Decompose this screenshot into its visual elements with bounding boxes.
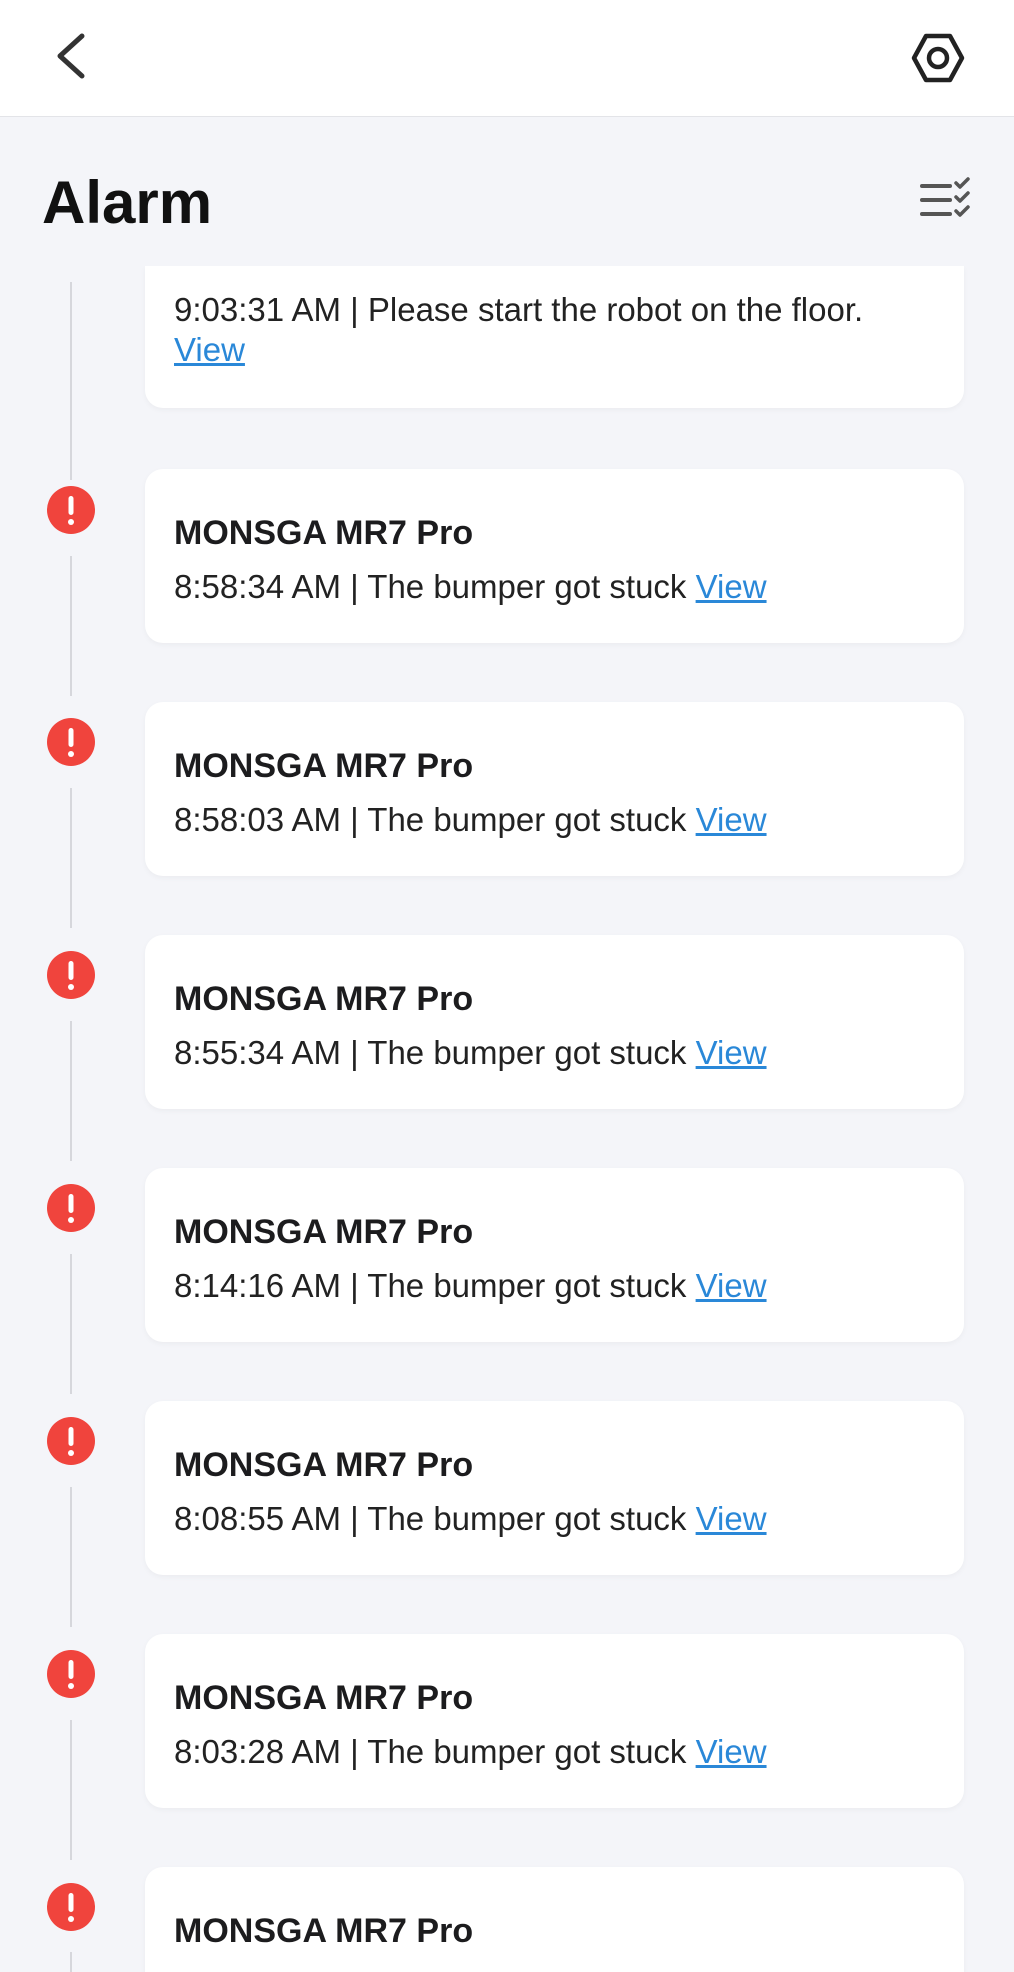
alarm-time: 8:58:03 AM <box>174 801 341 838</box>
alarm-message: The bumper got stuck <box>367 1500 687 1537</box>
alarm-card[interactable]: MONSGA MR7 Pro 8:58:03 AM | The bumper g… <box>145 702 964 876</box>
filter-button[interactable] <box>918 176 974 224</box>
gear-icon <box>911 33 965 83</box>
view-link[interactable]: View <box>696 1500 767 1537</box>
alarm-message: The bumper got stuck <box>367 1034 687 1071</box>
view-link[interactable]: View <box>696 1733 767 1770</box>
alert-icon <box>47 718 95 766</box>
view-link[interactable]: View <box>696 1267 767 1304</box>
alarm-device-name: MONSGA MR7 Pro <box>174 980 474 1018</box>
alarm-time: 9:03:31 AM <box>174 291 341 328</box>
alarm-separator: | <box>350 568 359 605</box>
alarm-message: The bumper got stuck <box>367 568 687 605</box>
alarm-message: The bumper got stuck <box>367 801 687 838</box>
alarm-detail: 8:58:03 AM | The bumper got stuck View <box>174 798 767 842</box>
alarm-card[interactable]: MONSGA MR7 Pro 8:14:16 AM | The bumper g… <box>145 1168 964 1342</box>
alarm-detail: 8:14:16 AM | The bumper got stuck View <box>174 1264 767 1308</box>
view-link[interactable]: View <box>174 331 245 368</box>
alarm-list[interactable]: MONSGA MR7 Pro 9:03:31 AM | Please start… <box>0 266 1014 1972</box>
alarm-detail: 8:55:34 AM | The bumper got stuck View <box>174 1031 767 1075</box>
timeline-line <box>70 1487 72 1627</box>
alarm-card[interactable]: MONSGA MR7 Pro 8:08:55 AM | The bumper g… <box>145 1401 964 1575</box>
page-title: Alarm <box>42 169 213 236</box>
alert-icon <box>47 486 95 534</box>
alarm-device-name: MONSGA MR7 Pro <box>174 1446 474 1484</box>
top-bar <box>0 0 1014 117</box>
alert-icon <box>47 1650 95 1698</box>
alarm-detail: 9:03:31 AM | Please start the robot on t… <box>174 288 863 332</box>
view-link[interactable]: View <box>696 801 767 838</box>
timeline-line <box>70 1720 72 1860</box>
list-check-icon <box>920 177 970 217</box>
alarm-time: 8:55:34 AM <box>174 1034 341 1071</box>
alarm-detail: 8:58:34 AM | The bumper got stuck View <box>174 565 767 609</box>
timeline-line <box>70 556 72 696</box>
alarm-card[interactable]: MONSGA MR7 Pro <box>145 1867 964 1972</box>
alert-icon <box>47 951 95 999</box>
alarm-message: The bumper got stuck <box>367 1733 687 1770</box>
alarm-card[interactable]: MONSGA MR7 Pro 8:55:34 AM | The bumper g… <box>145 935 964 1109</box>
alarm-separator: | <box>350 801 359 838</box>
alarm-card-visible[interactable]: MONSGA MR7 Pro 9:03:31 AM | Please start… <box>145 266 964 408</box>
alarm-time: 8:08:55 AM <box>174 1500 341 1537</box>
alarm-detail: 8:08:55 AM | The bumper got stuck View <box>174 1497 767 1541</box>
alarm-device-name: MONSGA MR7 Pro <box>174 747 474 785</box>
alarm-separator: | <box>350 1267 359 1304</box>
timeline-line <box>70 1254 72 1394</box>
alarm-link-line: View <box>174 328 245 372</box>
alert-icon <box>47 1883 95 1931</box>
timeline-line <box>70 1952 72 1972</box>
alarm-time: 8:58:34 AM <box>174 568 341 605</box>
alarm-card[interactable]: MONSGA MR7 Pro 8:03:28 AM | The bumper g… <box>145 1634 964 1808</box>
alert-icon <box>47 1417 95 1465</box>
alarm-message: The bumper got stuck <box>367 1267 687 1304</box>
alarm-separator: | <box>350 1500 359 1537</box>
chevron-left-icon <box>57 33 85 79</box>
alarm-detail: 8:03:28 AM | The bumper got stuck View <box>174 1730 767 1774</box>
alarm-device-name: MONSGA MR7 Pro <box>174 1213 474 1251</box>
alarm-time: 8:14:16 AM <box>174 1267 341 1304</box>
timeline-line <box>70 1021 72 1161</box>
view-link[interactable]: View <box>696 1034 767 1071</box>
alarm-separator: | <box>350 1733 359 1770</box>
back-button[interactable] <box>48 28 100 84</box>
alarm-separator: | <box>350 1034 359 1071</box>
settings-button[interactable] <box>906 28 970 88</box>
alarm-device-name: MONSGA MR7 Pro <box>174 1679 474 1717</box>
alarm-device-name: MONSGA MR7 Pro <box>174 1912 474 1950</box>
alarm-device-name: MONSGA MR7 Pro <box>174 514 474 552</box>
alarm-separator: | <box>350 291 359 328</box>
alarm-card[interactable]: MONSGA MR7 Pro 8:58:34 AM | The bumper g… <box>145 469 964 643</box>
view-link[interactable]: View <box>696 568 767 605</box>
alarm-device-name: MONSGA MR7 Pro <box>174 266 473 276</box>
alert-icon <box>47 1184 95 1232</box>
timeline-line <box>70 282 72 480</box>
timeline-line <box>70 788 72 928</box>
alarm-message: Please start the robot on the floor. <box>367 291 864 328</box>
alarm-time: 8:03:28 AM <box>174 1733 341 1770</box>
